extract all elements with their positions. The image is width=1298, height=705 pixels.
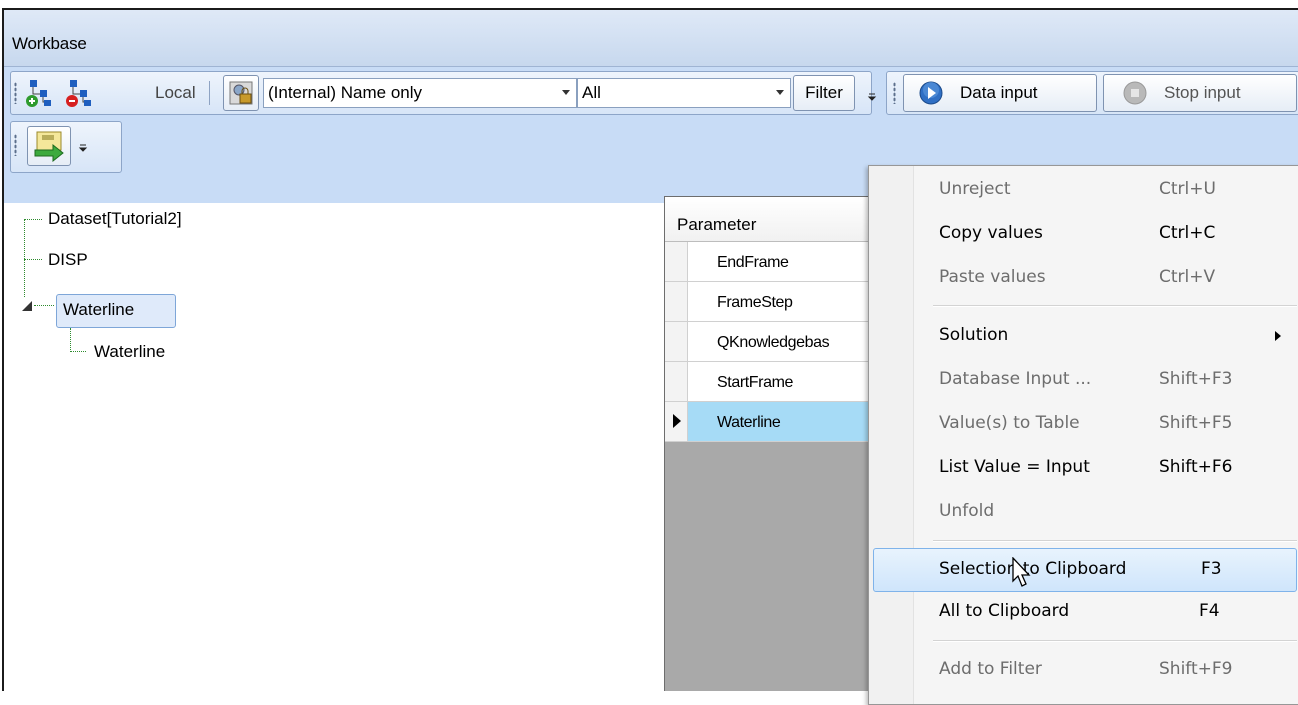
- tree-node-waterline-child[interactable]: Waterline: [94, 342, 165, 362]
- parameter-cell: QKnowledgebas: [717, 334, 830, 351]
- menu-shortcut: Ctrl+V: [1159, 267, 1216, 287]
- tree-node-disp[interactable]: DISP: [48, 250, 88, 270]
- stop-icon: [1123, 81, 1147, 105]
- menu-item-add-to-filter[interactable]: Add to Filter Shift+F9: [869, 648, 1298, 692]
- tree-line: [70, 351, 86, 352]
- toolbar-overflow-button[interactable]: [866, 81, 878, 111]
- menu-label: Paste values: [939, 267, 1046, 287]
- row-header[interactable]: [665, 242, 688, 281]
- parameter-cell: FrameStep: [717, 294, 793, 311]
- context-menu: Unreject Ctrl+U Copy values Ctrl+C Paste…: [868, 165, 1298, 705]
- title-bar: Workbase: [4, 10, 1298, 67]
- data-input-label: Data input: [960, 83, 1038, 102]
- chevron-down-icon: [562, 90, 570, 95]
- parameter-cell: Waterline: [717, 414, 781, 431]
- add-node-icon: [26, 80, 51, 107]
- menu-separator: [933, 640, 1297, 642]
- menu-label: Copy values: [939, 223, 1043, 243]
- scope-dropdown[interactable]: All: [577, 78, 791, 108]
- filter-label: Filter: [805, 83, 843, 102]
- menu-separator: [933, 305, 1297, 307]
- current-row-icon: [673, 414, 681, 428]
- mouse-cursor-icon: [1012, 557, 1031, 587]
- overflow-chevron-icon: [78, 144, 88, 152]
- input-toolbar: Data input Stop input: [886, 71, 1298, 115]
- row-header[interactable]: [665, 362, 688, 401]
- menu-item-database-input[interactable]: Database Input ... Shift+F3: [869, 358, 1298, 402]
- expander-triangle-icon[interactable]: [20, 299, 34, 313]
- menu-shortcut: F3: [1201, 559, 1222, 579]
- stop-input-label: Stop input: [1164, 83, 1241, 102]
- lock-settings-button[interactable]: [223, 75, 259, 111]
- menu-shortcut: Ctrl+C: [1159, 223, 1216, 243]
- secondary-toolbar: [10, 121, 122, 173]
- tree-line: [24, 259, 42, 260]
- row-header[interactable]: [665, 282, 688, 321]
- menu-label: Unreject: [939, 179, 1011, 199]
- name-mode-dropdown[interactable]: (Internal) Name only: [263, 78, 577, 108]
- tree-node-waterline[interactable]: Waterline: [63, 300, 134, 320]
- tree-line: [24, 219, 42, 220]
- toolbar-grip[interactable]: [893, 82, 896, 104]
- remove-node-button[interactable]: [63, 77, 95, 109]
- menu-shortcut: Shift+F9: [1159, 659, 1233, 679]
- menu-label: Add to Filter: [939, 659, 1042, 679]
- tree-line: [70, 328, 71, 352]
- lock-icon: [229, 81, 253, 105]
- overflow-chevron-icon: [867, 93, 877, 101]
- menu-shortcut: Shift+F6: [1159, 457, 1233, 477]
- tree-line: [34, 305, 54, 306]
- tree-line: [24, 219, 25, 297]
- menu-item-paste-values[interactable]: Paste values Ctrl+V: [869, 256, 1298, 300]
- menu-shortcut: Shift+F3: [1159, 369, 1233, 389]
- separator: [209, 81, 210, 105]
- menu-separator: [933, 540, 1297, 542]
- local-label: Local: [155, 83, 196, 102]
- toolbar-overflow-button[interactable]: [77, 132, 89, 162]
- submenu-arrow-icon: [1275, 331, 1281, 341]
- menu-label: Solution: [939, 325, 1009, 345]
- menu-item-unreject[interactable]: Unreject Ctrl+U: [869, 168, 1298, 212]
- data-input-button[interactable]: Data input: [903, 74, 1097, 112]
- menu-label: Database Input ...: [939, 369, 1092, 389]
- menu-item-copy-values[interactable]: Copy values Ctrl+C: [869, 212, 1298, 256]
- chevron-down-icon: [776, 90, 784, 95]
- stop-input-button[interactable]: Stop input: [1103, 74, 1297, 112]
- workbase-tree[interactable]: Dataset[Tutorial2] DISP Waterline Waterl…: [4, 203, 654, 691]
- menu-label: Value(s) to Table: [939, 413, 1080, 433]
- play-icon: [919, 81, 943, 105]
- tree-node-dataset[interactable]: Dataset[Tutorial2]: [48, 209, 182, 229]
- toolbar-grip[interactable]: [14, 82, 17, 104]
- row-header[interactable]: [665, 322, 688, 361]
- menu-shortcut: F4: [1199, 601, 1220, 621]
- column-header-parameter: Parameter: [677, 215, 757, 234]
- menu-item-all-to-clipboard[interactable]: All to Clipboard F4: [869, 590, 1298, 634]
- scope-value: All: [582, 83, 601, 102]
- main-toolbar: Local (Internal) Name only All Filter: [10, 71, 872, 115]
- menu-label: All to Clipboard: [939, 601, 1070, 621]
- menu-item-value-to-table[interactable]: Value(s) to Table Shift+F5: [869, 402, 1298, 446]
- menu-item-solution[interactable]: Solution: [869, 314, 1298, 358]
- parameter-cell: StartFrame: [717, 374, 794, 391]
- menu-shortcut: Ctrl+U: [1159, 179, 1216, 199]
- name-mode-value: (Internal) Name only: [268, 83, 423, 102]
- menu-label: List Value = Input: [939, 457, 1090, 477]
- menu-label: Unfold: [939, 501, 995, 521]
- parameter-cell: EndFrame: [717, 254, 789, 271]
- export-button[interactable]: [27, 126, 71, 166]
- export-arrow-icon: [34, 131, 64, 162]
- toolbar-grip[interactable]: [14, 134, 17, 156]
- window-title: Workbase: [12, 34, 87, 53]
- menu-shortcut: Shift+F5: [1159, 413, 1233, 433]
- row-header[interactable]: [665, 402, 688, 441]
- remove-node-icon: [66, 80, 91, 107]
- menu-item-selection-to-clipboard[interactable]: Selection to Clipboard F3: [873, 548, 1297, 592]
- add-node-button[interactable]: [23, 77, 55, 109]
- menu-item-list-value-input[interactable]: List Value = Input Shift+F6: [869, 446, 1298, 490]
- filter-button[interactable]: Filter: [793, 75, 855, 111]
- menu-item-unfold[interactable]: Unfold: [869, 490, 1298, 534]
